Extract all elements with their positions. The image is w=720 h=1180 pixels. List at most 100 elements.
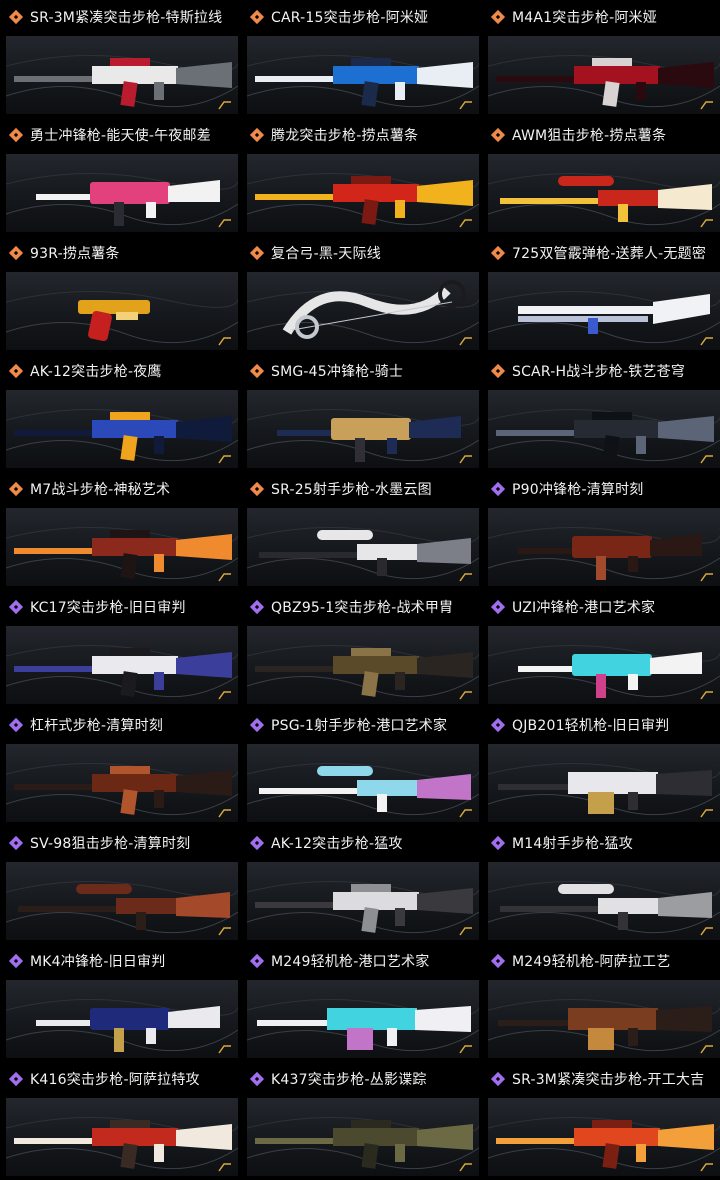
- corner-mark-icon: [459, 808, 473, 818]
- purple-rank-icon: [8, 599, 24, 615]
- orange-rank-icon: [8, 127, 24, 143]
- weapon-card[interactable]: M249轻机枪-阿萨拉工艺: [482, 944, 720, 1062]
- corner-mark-icon: [218, 926, 232, 936]
- shotgun-icon: [488, 290, 720, 344]
- weapon-card[interactable]: QBZ95-1突击步枪-战术甲胄: [241, 590, 479, 708]
- card-header: SV-98狙击步枪-清算时刻: [0, 826, 238, 860]
- orange-rank-icon: [249, 245, 265, 261]
- weapon-name: KC17突击步枪-旧日审判: [30, 600, 186, 616]
- weapon-card[interactable]: AK-12突击步枪-猛攻: [241, 826, 479, 944]
- mg-icon: [488, 762, 720, 816]
- weapon-card[interactable]: SR-3M紧凑突击步枪-开工大吉: [482, 1062, 720, 1180]
- weapon-card[interactable]: SR-3M紧凑突击步枪-特斯拉线: [0, 0, 238, 118]
- rifle-icon: [488, 408, 720, 462]
- corner-mark-icon: [700, 1044, 714, 1054]
- corner-mark-icon: [459, 100, 473, 110]
- weapon-name: M7战斗步枪-神秘艺术: [30, 482, 171, 498]
- weapon-name: 腾龙突击步枪-捞点薯条: [271, 128, 419, 144]
- corner-mark-icon: [700, 808, 714, 818]
- weapon-card[interactable]: 杠杆式步枪-清算时刻: [0, 708, 238, 826]
- weapon-name: AK-12突击步枪-夜鹰: [30, 364, 162, 380]
- orange-rank-icon: [249, 127, 265, 143]
- weapon-card[interactable]: 725双管霰弹枪-送葬人-无题密: [482, 236, 720, 354]
- weapon-preview: [6, 36, 238, 114]
- sniper-icon: [6, 880, 238, 934]
- mg-icon: [247, 998, 479, 1052]
- weapon-card[interactable]: CAR-15突击步枪-阿米娅: [241, 0, 479, 118]
- weapon-card[interactable]: P90冲锋枪-清算时刻: [482, 472, 720, 590]
- rifle-icon: [6, 526, 238, 580]
- rifle-icon: [247, 172, 479, 226]
- corner-mark-icon: [218, 454, 232, 464]
- corner-mark-icon: [700, 926, 714, 936]
- sniper-icon: [247, 762, 479, 816]
- weapon-preview: [6, 980, 238, 1058]
- weapon-preview: [6, 272, 238, 350]
- weapon-card[interactable]: SR-25射手步枪-水墨云图: [241, 472, 479, 590]
- card-header: SCAR-H战斗步枪-铁艺苍穹: [482, 354, 720, 388]
- purple-rank-icon: [249, 717, 265, 733]
- purple-rank-icon: [249, 835, 265, 851]
- corner-mark-icon: [700, 218, 714, 228]
- weapon-card[interactable]: SV-98狙击步枪-清算时刻: [0, 826, 238, 944]
- weapon-card[interactable]: AK-12突击步枪-夜鹰: [0, 354, 238, 472]
- weapon-card[interactable]: UZI冲锋枪-港口艺术家: [482, 590, 720, 708]
- card-header: M249轻机枪-港口艺术家: [241, 944, 479, 978]
- weapon-card[interactable]: KC17突击步枪-旧日审判: [0, 590, 238, 708]
- weapon-preview: [247, 1098, 479, 1176]
- orange-rank-icon: [8, 481, 24, 497]
- sniper-icon: [488, 172, 720, 226]
- weapon-card[interactable]: 93R-捞点薯条: [0, 236, 238, 354]
- weapon-preview: [488, 154, 720, 232]
- weapon-preview: [488, 508, 720, 586]
- weapon-card[interactable]: M7战斗步枪-神秘艺术: [0, 472, 238, 590]
- card-header: AK-12突击步枪-猛攻: [241, 826, 479, 860]
- weapon-card[interactable]: M249轻机枪-港口艺术家: [241, 944, 479, 1062]
- rifle-icon: [247, 880, 479, 934]
- weapon-preview: [247, 508, 479, 586]
- corner-mark-icon: [218, 808, 232, 818]
- weapon-card[interactable]: PSG-1射手步枪-港口艺术家: [241, 708, 479, 826]
- weapon-skin-grid: SR-3M紧凑突击步枪-特斯拉线 CAR-15突击步枪-阿米娅 M4A1突击步枪…: [0, 0, 720, 1180]
- weapon-card[interactable]: SMG-45冲锋枪-骑士: [241, 354, 479, 472]
- weapon-card[interactable]: 复合弓-黑-天际线: [241, 236, 479, 354]
- corner-mark-icon: [700, 100, 714, 110]
- weapon-card[interactable]: M14射手步枪-猛攻: [482, 826, 720, 944]
- weapon-card[interactable]: MK4冲锋枪-旧日审判: [0, 944, 238, 1062]
- weapon-card[interactable]: SCAR-H战斗步枪-铁艺苍穹: [482, 354, 720, 472]
- purple-rank-icon: [8, 1071, 24, 1087]
- corner-mark-icon: [218, 690, 232, 700]
- smg-icon: [247, 408, 479, 462]
- corner-mark-icon: [218, 100, 232, 110]
- weapon-card[interactable]: K416突击步枪-阿萨拉特攻: [0, 1062, 238, 1180]
- weapon-name: SR-3M紧凑突击步枪-特斯拉线: [30, 10, 223, 26]
- weapon-preview: [6, 862, 238, 940]
- weapon-preview: [6, 626, 238, 704]
- weapon-preview: [6, 390, 238, 468]
- card-header: SMG-45冲锋枪-骑士: [241, 354, 479, 388]
- card-header: K437突击步枪-丛影谍踪: [241, 1062, 479, 1096]
- pistol-icon: [6, 290, 238, 344]
- orange-rank-icon: [490, 245, 506, 261]
- weapon-preview: [247, 980, 479, 1058]
- weapon-card[interactable]: K437突击步枪-丛影谍踪: [241, 1062, 479, 1180]
- card-header: SR-3M紧凑突击步枪-特斯拉线: [0, 0, 238, 34]
- card-header: CAR-15突击步枪-阿米娅: [241, 0, 479, 34]
- weapon-name: 勇士冲锋枪-能天使-午夜邮差: [30, 128, 211, 144]
- corner-mark-icon: [700, 336, 714, 346]
- weapon-name: QJB201轻机枪-旧日审判: [512, 718, 670, 734]
- purple-rank-icon: [8, 953, 24, 969]
- rifle-icon: [247, 644, 479, 698]
- weapon-name: 复合弓-黑-天际线: [271, 246, 381, 262]
- weapon-card[interactable]: AWM狙击步枪-捞点薯条: [482, 118, 720, 236]
- weapon-name: UZI冲锋枪-港口艺术家: [512, 600, 656, 616]
- rifle-icon: [6, 762, 238, 816]
- weapon-card[interactable]: 勇士冲锋枪-能天使-午夜邮差: [0, 118, 238, 236]
- corner-mark-icon: [218, 572, 232, 582]
- weapon-card[interactable]: M4A1突击步枪-阿米娅: [482, 0, 720, 118]
- card-header: AWM狙击步枪-捞点薯条: [482, 118, 720, 152]
- card-header: KC17突击步枪-旧日审判: [0, 590, 238, 624]
- weapon-card[interactable]: QJB201轻机枪-旧日审判: [482, 708, 720, 826]
- card-header: 勇士冲锋枪-能天使-午夜邮差: [0, 118, 238, 152]
- weapon-card[interactable]: 腾龙突击步枪-捞点薯条: [241, 118, 479, 236]
